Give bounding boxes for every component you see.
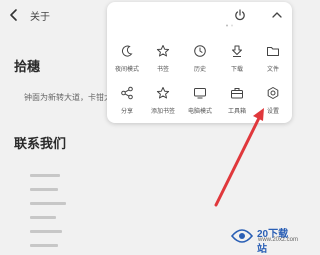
site-watermark: 20下载站 www.20xz.com: [224, 222, 298, 255]
site-logo-icon: [230, 229, 254, 243]
annotation-arrow: [214, 108, 264, 207]
watermark-url: www.20xz.com: [258, 237, 299, 243]
